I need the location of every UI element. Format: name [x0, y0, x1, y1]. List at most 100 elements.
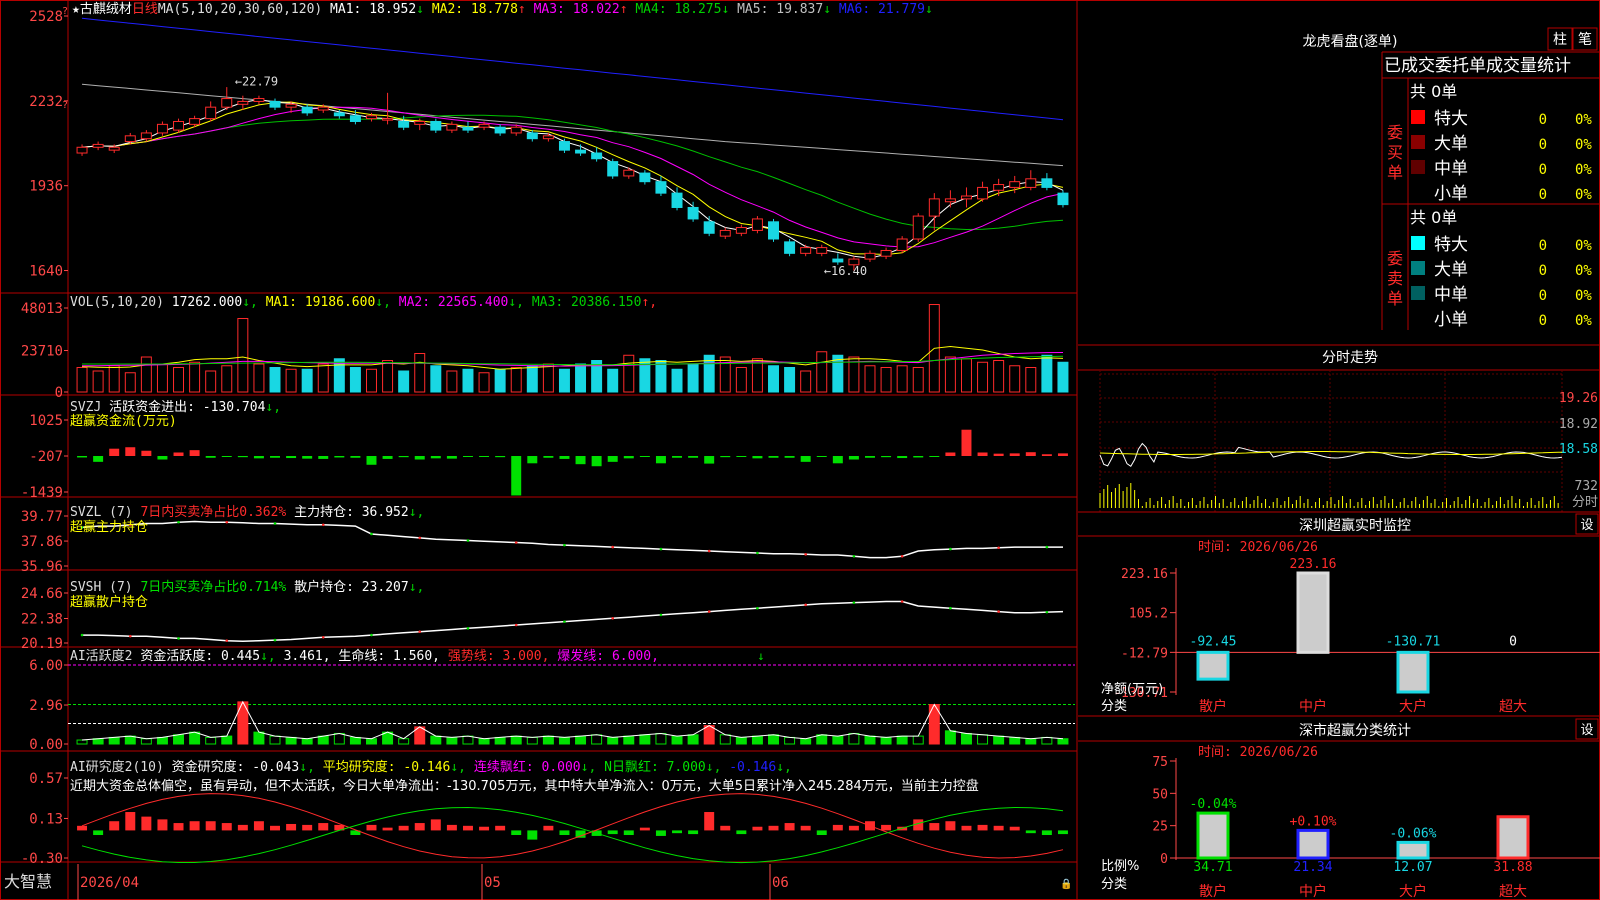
volume-bar — [784, 367, 796, 393]
svzj-bar — [639, 456, 650, 457]
ai-research-bar — [559, 830, 570, 836]
air-a3: ↓, — [581, 760, 604, 775]
ai-active-bar — [430, 735, 442, 745]
sz-monitor-time: 时间: 2026/06/26 — [1198, 540, 1318, 555]
svzj-bar — [414, 456, 425, 460]
ma-arrow: ↓ — [925, 2, 933, 17]
svzj-bar — [865, 456, 875, 458]
ai-active-bar — [655, 732, 667, 745]
volume-bar — [221, 365, 233, 393]
svzj-bar — [430, 456, 441, 459]
sz-class-bar-value: 12.07 — [1393, 860, 1432, 875]
fenshi-y-label: 732 — [1575, 479, 1598, 494]
ai-research-bar — [1009, 826, 1020, 831]
svzj-bar — [736, 456, 747, 457]
sz-class-bar — [1196, 811, 1230, 860]
ma-value: 19.837 — [776, 2, 823, 17]
lhb-buy-row-pct: 0% — [1575, 162, 1592, 178]
kline-candle — [108, 146, 120, 151]
volume-bar — [977, 361, 989, 393]
fenshi-y-label: 18.58 — [1559, 442, 1598, 457]
ai-active-bar — [623, 735, 635, 745]
ai-research-bar — [993, 825, 1004, 831]
sz-monitor-category: 大户 — [1399, 698, 1427, 715]
sz-class-y-tick: 0 — [1160, 852, 1168, 867]
ai-a1: ↓, — [260, 649, 283, 664]
svzl-dot — [949, 547, 952, 551]
volume-bar — [108, 365, 120, 393]
svsh-dot — [225, 639, 229, 642]
svzj-bar — [929, 456, 940, 457]
sz-monitor-category: 散户 — [1199, 698, 1227, 715]
sz-monitor-settings-label: 设 — [1580, 518, 1593, 533]
svzl-main-label: 主力持仓: — [294, 505, 362, 520]
sz-class-bar-value: 31.88 — [1493, 860, 1532, 875]
air-header: AI研究度2(10) — [70, 759, 172, 775]
ai-research-bar — [237, 824, 248, 831]
ma-label: MA6: — [839, 2, 878, 17]
svzl-dot — [1045, 545, 1049, 549]
svzj-bar — [945, 452, 956, 456]
ma-arrow: ↑ — [518, 2, 534, 17]
kline-header: ★古麒绒材日线MA(5,10,20,30,60,120) MA1: 18.952… — [72, 1, 933, 17]
kline-candle — [832, 258, 844, 263]
ai-active-bar — [558, 736, 570, 745]
lhb-sell-swatch — [1411, 236, 1425, 250]
ma-label: MA2: — [432, 2, 471, 17]
star-icon: ★ — [72, 2, 80, 17]
svzj-bar — [189, 450, 200, 456]
kline-candle — [189, 118, 201, 125]
ai-active-bar — [880, 736, 892, 745]
ai-research-bar — [1057, 830, 1068, 835]
kline-candle — [301, 106, 313, 114]
volume-bar — [735, 367, 747, 393]
lhb-buy-row-name: 大单 — [1434, 134, 1468, 154]
ma-label: MA5: — [737, 2, 776, 17]
svzj-title: SVZJ 活跃资金进出: -130.704↓, — [70, 399, 281, 415]
svzj-bar — [205, 456, 216, 458]
svzl-dot — [563, 543, 566, 547]
ai-active-bar — [977, 734, 989, 745]
sz-class-cat-label: 分类 — [1101, 877, 1127, 892]
volume-bar — [1041, 354, 1053, 393]
svzj-bar — [302, 456, 313, 459]
lhb-buy-row-name: 中单 — [1434, 159, 1468, 179]
svsh-dot — [804, 603, 807, 607]
svzj-bar — [784, 456, 795, 458]
kline-candle — [382, 118, 394, 121]
ai-active-bar — [768, 734, 779, 745]
sz-monitor-y-tick: 105.2 — [1129, 607, 1168, 622]
kline-candle — [912, 215, 924, 240]
kline-candle — [558, 141, 570, 151]
volume-bar — [960, 358, 972, 393]
ai-active-bar — [1009, 736, 1021, 745]
ai-active-bar — [784, 736, 796, 745]
svzj-bar — [446, 456, 457, 459]
svzj-bar — [913, 456, 924, 458]
volume-bar — [1009, 365, 1021, 393]
ai-active-bar — [735, 736, 747, 745]
svzj-bar — [816, 456, 827, 457]
lhb-sell-label-char: 单 — [1387, 289, 1403, 308]
volume-bar — [558, 368, 570, 393]
ma-value: 18.952 — [369, 2, 416, 17]
lhb-sell-row-count: 0 — [1539, 238, 1547, 254]
ai-active-bar — [687, 734, 699, 745]
svzj-subtitle: 超赢资金流(万元) — [70, 413, 177, 429]
volume-bar — [398, 370, 410, 393]
volume-bar — [382, 360, 394, 393]
ma-value: 18.275 — [674, 2, 721, 17]
vol-arrow: ↓, — [242, 295, 265, 310]
ai-research-bar — [495, 825, 506, 831]
ai-active-bar — [462, 735, 474, 745]
svsh-line — [82, 600, 1064, 642]
volume-bar — [687, 363, 699, 393]
svsh-dot — [514, 623, 518, 627]
fenshi-y-label: 19.26 — [1559, 391, 1598, 406]
vol-ma-label: MA3: — [532, 295, 571, 310]
volume-ma-line — [82, 355, 1064, 366]
volume-bar — [269, 367, 281, 393]
ma-arrow: ↓ — [823, 2, 839, 17]
svzl-dot — [997, 546, 1000, 550]
air-a5: ↓, — [776, 760, 792, 775]
